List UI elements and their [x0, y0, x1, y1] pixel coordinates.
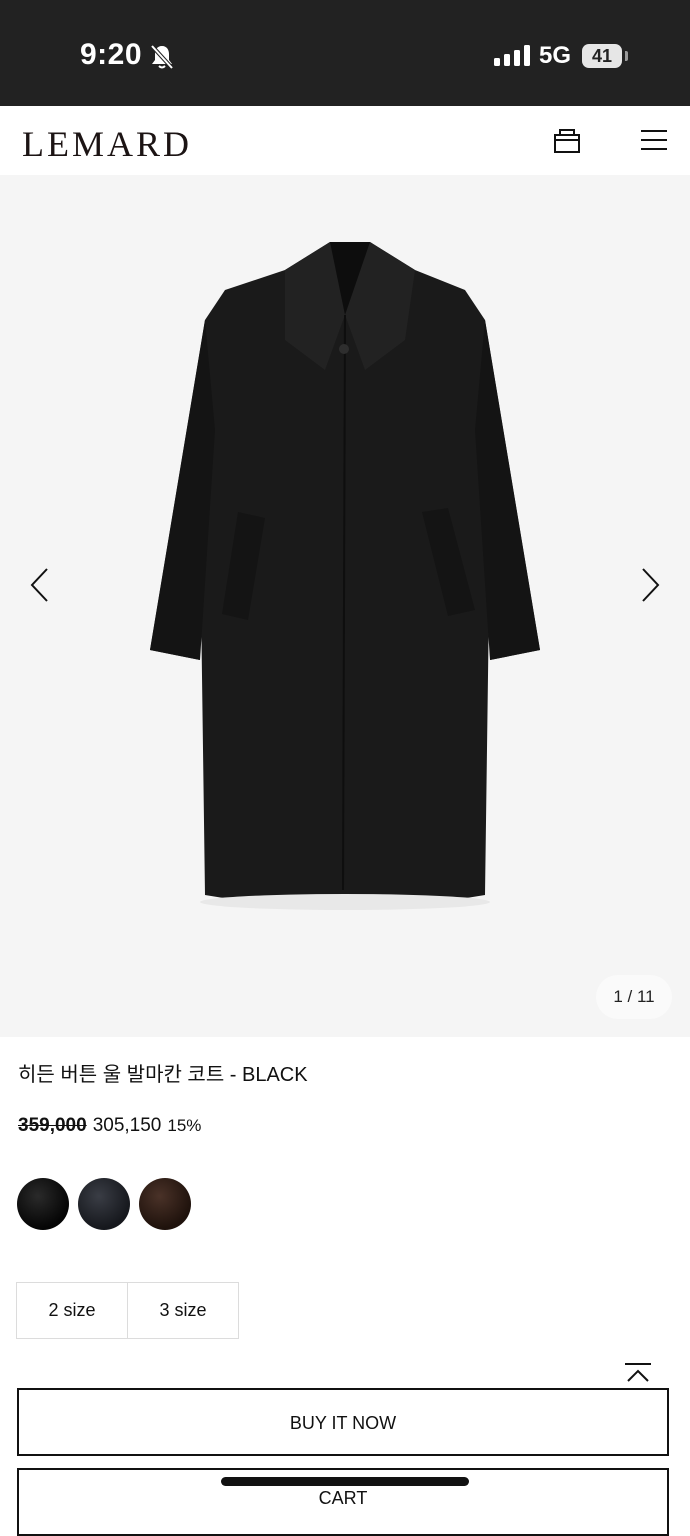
brand-logo[interactable]: LEMARD: [22, 124, 192, 164]
battery-cap: [625, 51, 628, 61]
status-bar: 9:20 5G 41: [0, 0, 690, 106]
color-swatches: [17, 1178, 191, 1230]
size-options: 2 size 3 size: [16, 1282, 239, 1339]
hamburger-menu-icon[interactable]: [640, 128, 668, 152]
product-title: 히든 버튼 울 발마칸 코트 - BLACK: [18, 1064, 308, 1086]
size-option-3[interactable]: 3 size: [127, 1282, 239, 1339]
size-option-2[interactable]: 2 size: [16, 1282, 128, 1339]
color-swatch-brown[interactable]: [139, 1178, 191, 1230]
color-swatch-black[interactable]: [17, 1178, 69, 1230]
shopping-bag-icon[interactable]: [553, 127, 581, 155]
bell-muted-icon: [150, 44, 174, 70]
sale-price: 305,150: [92, 1115, 162, 1136]
network-label: 5G: [539, 42, 572, 69]
home-indicator[interactable]: [221, 1477, 469, 1486]
color-swatch-navy[interactable]: [78, 1178, 130, 1230]
product-image-gallery[interactable]: 1 / 11: [0, 175, 690, 1037]
status-time: 9:20: [80, 38, 143, 71]
product-image-coat: [150, 242, 540, 910]
price-row: 359,000 305,150 15%: [18, 1115, 201, 1137]
image-counter: 1 / 11: [596, 975, 672, 1019]
battery-icon: 41: [582, 44, 622, 68]
chevron-right-icon[interactable]: [635, 565, 665, 605]
buy-now-button[interactable]: BUY IT NOW: [17, 1388, 669, 1456]
chevron-left-icon[interactable]: [25, 565, 55, 605]
original-price: 359,000: [18, 1115, 87, 1136]
discount-rate: 15%: [167, 1116, 202, 1135]
site-header: LEMARD: [0, 106, 690, 175]
signal-icon: [494, 44, 530, 66]
scroll-to-top-icon[interactable]: [624, 1362, 652, 1384]
